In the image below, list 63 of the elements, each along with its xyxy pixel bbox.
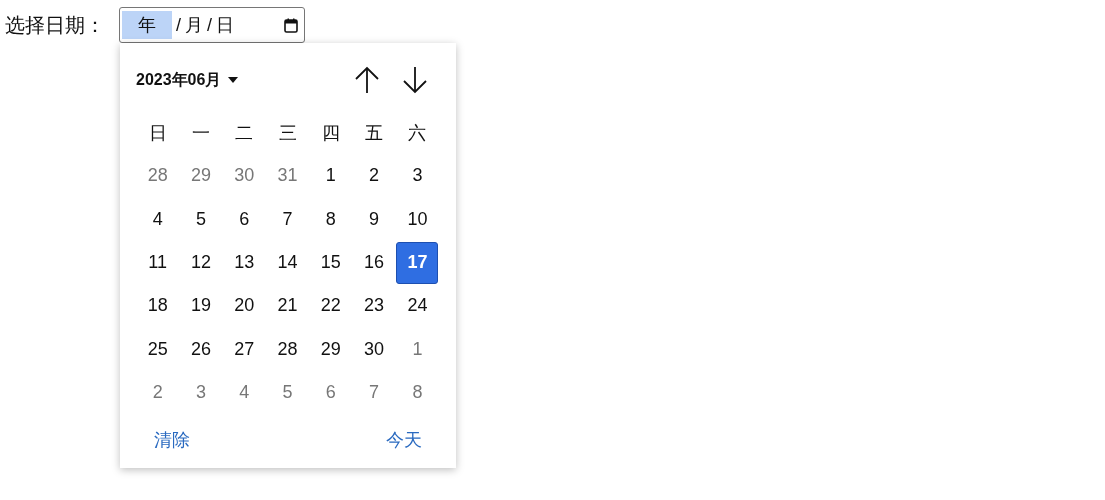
day-cell[interactable]: 24 <box>396 284 439 327</box>
day-cell[interactable]: 29 <box>179 154 222 197</box>
day-cell[interactable]: 11 <box>136 241 179 284</box>
caret-icon <box>228 77 239 83</box>
day-cell[interactable]: 28 <box>136 154 179 197</box>
weekday-header: 五 <box>364 121 385 145</box>
day-cell[interactable]: 23 <box>353 284 396 327</box>
separator: / <box>175 14 182 36</box>
today-button[interactable]: 今天 <box>386 428 422 453</box>
day-cell[interactable]: 20 <box>223 284 266 327</box>
day-cell[interactable]: 9 <box>353 198 396 241</box>
date-segment[interactable]: 月 <box>185 11 203 39</box>
day-cell[interactable]: 28 <box>266 328 309 371</box>
calendar-icon[interactable] <box>284 17 298 33</box>
day-cell[interactable]: 30 <box>223 154 266 197</box>
day-cell[interactable]: 15 <box>309 241 352 284</box>
day-cell[interactable]: 7 <box>353 371 396 414</box>
day-cell[interactable]: 25 <box>136 328 179 371</box>
month-dropdown[interactable]: 2023年06月 <box>136 69 239 91</box>
day-cell[interactable]: 13 <box>223 241 266 284</box>
day-cell[interactable]: 30 <box>353 328 396 371</box>
date-segment[interactable]: 年 <box>122 11 172 39</box>
day-cell[interactable]: 3 <box>396 154 439 197</box>
day-cell[interactable]: 12 <box>179 241 222 284</box>
field-label: 选择日期： <box>5 13 105 38</box>
day-cell[interactable]: 17 <box>396 241 439 284</box>
day-cell[interactable]: 29 <box>309 328 352 371</box>
day-cell[interactable]: 18 <box>136 284 179 327</box>
day-cell[interactable]: 5 <box>179 198 222 241</box>
day-cell[interactable]: 1 <box>396 328 439 371</box>
weekday-header: 一 <box>190 121 211 145</box>
day-cell[interactable]: 14 <box>266 241 309 284</box>
day-cell[interactable]: 8 <box>309 198 352 241</box>
day-cell[interactable]: 31 <box>266 154 309 197</box>
weekday-header: 六 <box>407 121 428 145</box>
day-cell[interactable]: 19 <box>179 284 222 327</box>
day-cell[interactable]: 27 <box>223 328 266 371</box>
day-cell[interactable]: 3 <box>179 371 222 414</box>
day-cell[interactable]: 5 <box>266 371 309 414</box>
day-cell[interactable]: 21 <box>266 284 309 327</box>
day-cell[interactable]: 4 <box>223 371 266 414</box>
day-cell[interactable]: 6 <box>309 371 352 414</box>
day-cell[interactable]: 4 <box>136 198 179 241</box>
date-segment[interactable]: 日 <box>216 11 235 39</box>
day-cell[interactable]: 7 <box>266 198 309 241</box>
day-cell[interactable]: 26 <box>179 328 222 371</box>
day-cell[interactable]: 2 <box>353 154 396 197</box>
day-cell[interactable]: 6 <box>223 198 266 241</box>
weekday-header: 日 <box>147 121 168 145</box>
down-arrow-icon[interactable] <box>402 66 428 94</box>
up-arrow-icon[interactable] <box>354 66 380 94</box>
weekday-header: 三 <box>277 121 298 145</box>
clear-button[interactable]: 清除 <box>154 428 190 453</box>
weekday-header: 二 <box>234 121 255 145</box>
day-cell[interactable]: 10 <box>396 198 439 241</box>
separator: / <box>206 14 214 36</box>
day-cell[interactable]: 2 <box>136 371 179 414</box>
date-input-field[interactable]: 年 / 月 / 日 <box>119 7 305 43</box>
weekday-header: 四 <box>320 121 341 145</box>
day-cell[interactable]: 16 <box>353 241 396 284</box>
day-cell[interactable]: 1 <box>309 154 352 197</box>
day-cell[interactable]: 8 <box>396 371 439 414</box>
day-cell[interactable]: 22 <box>309 284 352 327</box>
